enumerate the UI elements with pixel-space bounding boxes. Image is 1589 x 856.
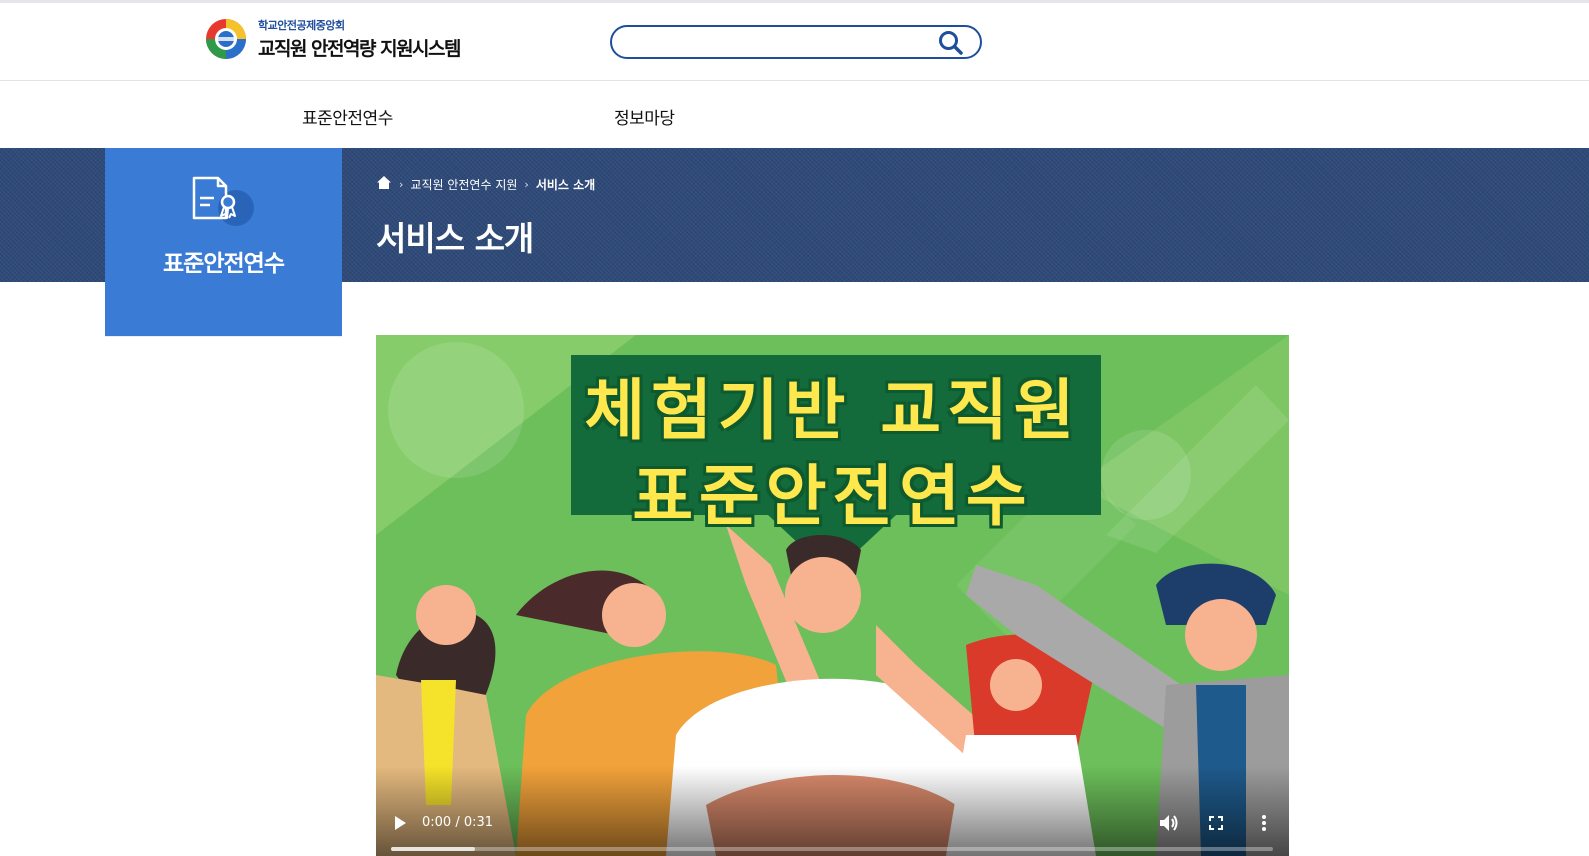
sidebar-title-box: 표준안전연수: [105, 148, 342, 336]
breadcrumb-item-current: 서비스 소개: [535, 177, 596, 192]
video-controls: 0:00 / 0:31: [376, 766, 1289, 856]
fullscreen-button[interactable]: [1208, 815, 1224, 831]
header: 학교안전공제중앙회 교직원 안전역량 지원시스템: [0, 3, 1589, 81]
home-icon[interactable]: [376, 175, 392, 193]
fullscreen-icon: [1208, 816, 1224, 834]
video-title-line2: 표준안전연수: [632, 458, 1033, 535]
search-input[interactable]: [626, 31, 926, 53]
emblem-icon: [204, 17, 248, 61]
search-box: [610, 25, 982, 59]
video-title-line1: 체험기반 교직원: [584, 372, 1081, 449]
play-button[interactable]: [392, 815, 408, 831]
video-progress-bar[interactable]: [391, 847, 1273, 851]
search-button[interactable]: [938, 30, 964, 56]
breadcrumb: › 교직원 안전연수 지원 › 서비스 소개: [376, 175, 595, 193]
site-logo[interactable]: 학교안전공제중앙회 교직원 안전역량 지원시스템: [204, 17, 462, 61]
chevron-right-icon: ›: [524, 177, 529, 191]
video-buffered-fill: [391, 847, 475, 851]
search-icon: [938, 31, 964, 59]
volume-icon: [1159, 815, 1179, 835]
page-title: 서비스 소개: [376, 219, 534, 258]
sidebar-title: 표준안전연수: [163, 251, 285, 277]
chevron-right-icon: ›: [399, 177, 404, 191]
nav-item-info-board[interactable]: 정보마당: [614, 104, 675, 129]
system-name: 교직원 안전역량 지원시스템: [258, 38, 462, 60]
video-player[interactable]: 체험기반 교직원 표준안전연수 0:00 / 0:31: [376, 335, 1289, 856]
certificate-icon: [190, 174, 256, 230]
play-icon: [392, 816, 408, 834]
more-options-button[interactable]: [1258, 814, 1270, 832]
more-vertical-icon: [1258, 815, 1270, 835]
breadcrumb-item-training-support[interactable]: 교직원 안전연수 지원: [410, 176, 517, 193]
volume-button[interactable]: [1159, 814, 1179, 832]
main-nav: 표준안전연수 정보마당: [0, 82, 1589, 148]
video-time: 0:00 / 0:31: [422, 815, 494, 830]
org-name: 학교안전공제중앙회: [258, 19, 345, 32]
nav-item-standard-training[interactable]: 표준안전연수: [302, 104, 393, 129]
